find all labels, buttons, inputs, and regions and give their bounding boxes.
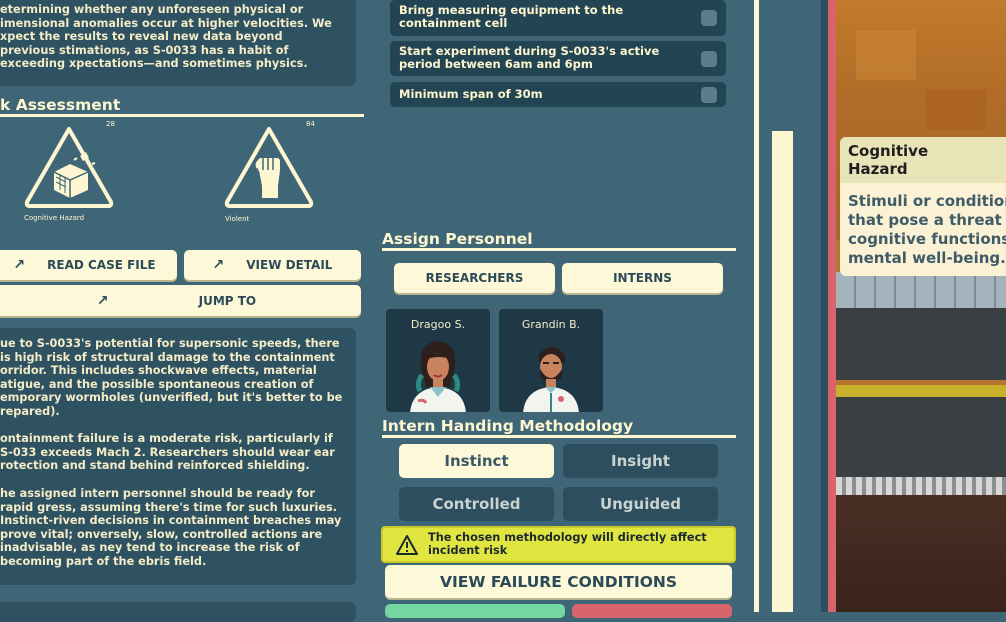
condition-checkbox[interactable]: [701, 10, 717, 26]
method-instinct-button[interactable]: Instinct: [399, 444, 554, 478]
lower-panel: [0, 602, 356, 622]
condition-text: Minimum span of 30m: [399, 87, 543, 101]
condition-item[interactable]: Bring measuring equipment to the contain…: [390, 0, 726, 36]
personnel-card-grandin[interactable]: Grandin B.: [499, 309, 603, 412]
scene-floor-dark: [836, 397, 1006, 477]
risk-label-cognitive: Cognitive Hazard: [24, 214, 85, 222]
jump-to-label: JUMP TO: [198, 293, 257, 308]
assign-personnel-title: Assign Personnel: [382, 230, 533, 248]
cancel-button[interactable]: [572, 604, 732, 618]
risk-assessment-rule: [0, 114, 364, 117]
violent-fist-icon: [224, 127, 314, 208]
personnel-name: Grandin B.: [521, 318, 581, 331]
scene-lower-wall: [836, 495, 1006, 612]
view-failure-conditions-button[interactable]: VIEW FAILURE CONDITIONS: [385, 565, 732, 598]
tooltip: Cognitive Hazard Stimuli or condition th…: [840, 137, 1006, 276]
notes-paragraph-2: ontainment failure is a moderate risk, p…: [0, 432, 335, 473]
scene-floor-dark: [836, 308, 1006, 380]
jump-to-button[interactable]: ↗ JUMP TO: [0, 285, 361, 316]
scene-rail: [836, 477, 1006, 495]
risk-label-violent: Violent: [225, 215, 250, 223]
tooltip-body: Stimuli or condition that pose a threat …: [848, 192, 1006, 267]
scene-floor-tiles: [836, 272, 1006, 312]
tab-researchers[interactable]: RESEARCHERS: [394, 263, 555, 293]
risk-assessment-title: k Assessment: [0, 96, 121, 114]
view-detail-button[interactable]: ↗ VIEW DETAIL: [184, 250, 361, 280]
risk-item-violent[interactable]: 84 Violent: [222, 120, 322, 228]
methodology-title: Intern Handing Methodology: [382, 417, 634, 435]
personnel-card-dragoo[interactable]: Dragoo S.: [386, 309, 490, 412]
condition-item[interactable]: Start experiment during S-0033's active …: [390, 41, 726, 76]
panel-edge: [821, 0, 828, 612]
warning-banner: The chosen methodology will directly aff…: [381, 526, 736, 563]
method-label: Insight: [611, 452, 670, 470]
confirm-button[interactable]: [385, 604, 565, 618]
scene-wall-patch: [926, 90, 986, 130]
read-case-file-button[interactable]: ↗ READ CASE FILE: [0, 250, 177, 280]
method-label: Unguided: [599, 495, 682, 513]
method-insight-button[interactable]: Insight: [563, 444, 718, 478]
read-case-file-label: READ CASE FILE: [47, 258, 156, 272]
tab-interns-label: INTERNS: [613, 271, 672, 285]
scrollbar-thumb[interactable]: [772, 131, 793, 612]
avatar: [410, 341, 466, 412]
scene-yellow-line: [836, 385, 1006, 397]
external-link-icon: ↗: [212, 257, 225, 273]
red-border: [828, 0, 836, 612]
scene-wall-patch: [856, 30, 916, 80]
warning-text: The chosen methodology will directly aff…: [428, 531, 707, 557]
external-link-icon: ↗: [96, 292, 109, 309]
methodology-rule: [382, 435, 736, 438]
method-label: Controlled: [432, 495, 521, 513]
method-controlled-button[interactable]: Controlled: [399, 487, 554, 521]
risk-item-cognitive[interactable]: 28 Cognitive Hazard: [22, 120, 122, 228]
view-failure-conditions-label: VIEW FAILURE CONDITIONS: [439, 572, 678, 591]
method-unguided-button[interactable]: Unguided: [563, 487, 718, 521]
tab-researchers-label: RESEARCHERS: [425, 271, 524, 285]
cognitive-hazard-icon: [24, 127, 114, 208]
condition-checkbox[interactable]: [701, 50, 717, 67]
game-scene: [836, 0, 1006, 612]
external-link-icon: ↗: [13, 257, 26, 273]
condition-text: Bring measuring equipment to the contain…: [399, 3, 624, 30]
assign-personnel-rule: [382, 248, 736, 251]
notes-paragraph-1: ue to S-0033's potential for supersonic …: [0, 337, 343, 418]
tab-interns[interactable]: INTERNS: [562, 263, 723, 293]
notes-paragraph-3: he assigned intern personnel should be r…: [0, 487, 342, 568]
warning-icon: [396, 535, 418, 555]
avatar: [523, 347, 579, 412]
tooltip-title: Cognitive Hazard: [848, 142, 929, 178]
method-label: Instinct: [444, 452, 509, 470]
description-text: etermining whether any unforeseen physic…: [0, 3, 332, 71]
personnel-name: Dragoo S.: [410, 318, 466, 331]
condition-item[interactable]: Minimum span of 30m: [390, 82, 726, 107]
view-detail-label: VIEW DETAIL: [246, 258, 333, 272]
condition-checkbox[interactable]: [701, 86, 717, 103]
condition-text: Start experiment during S-0033's active …: [399, 44, 660, 71]
